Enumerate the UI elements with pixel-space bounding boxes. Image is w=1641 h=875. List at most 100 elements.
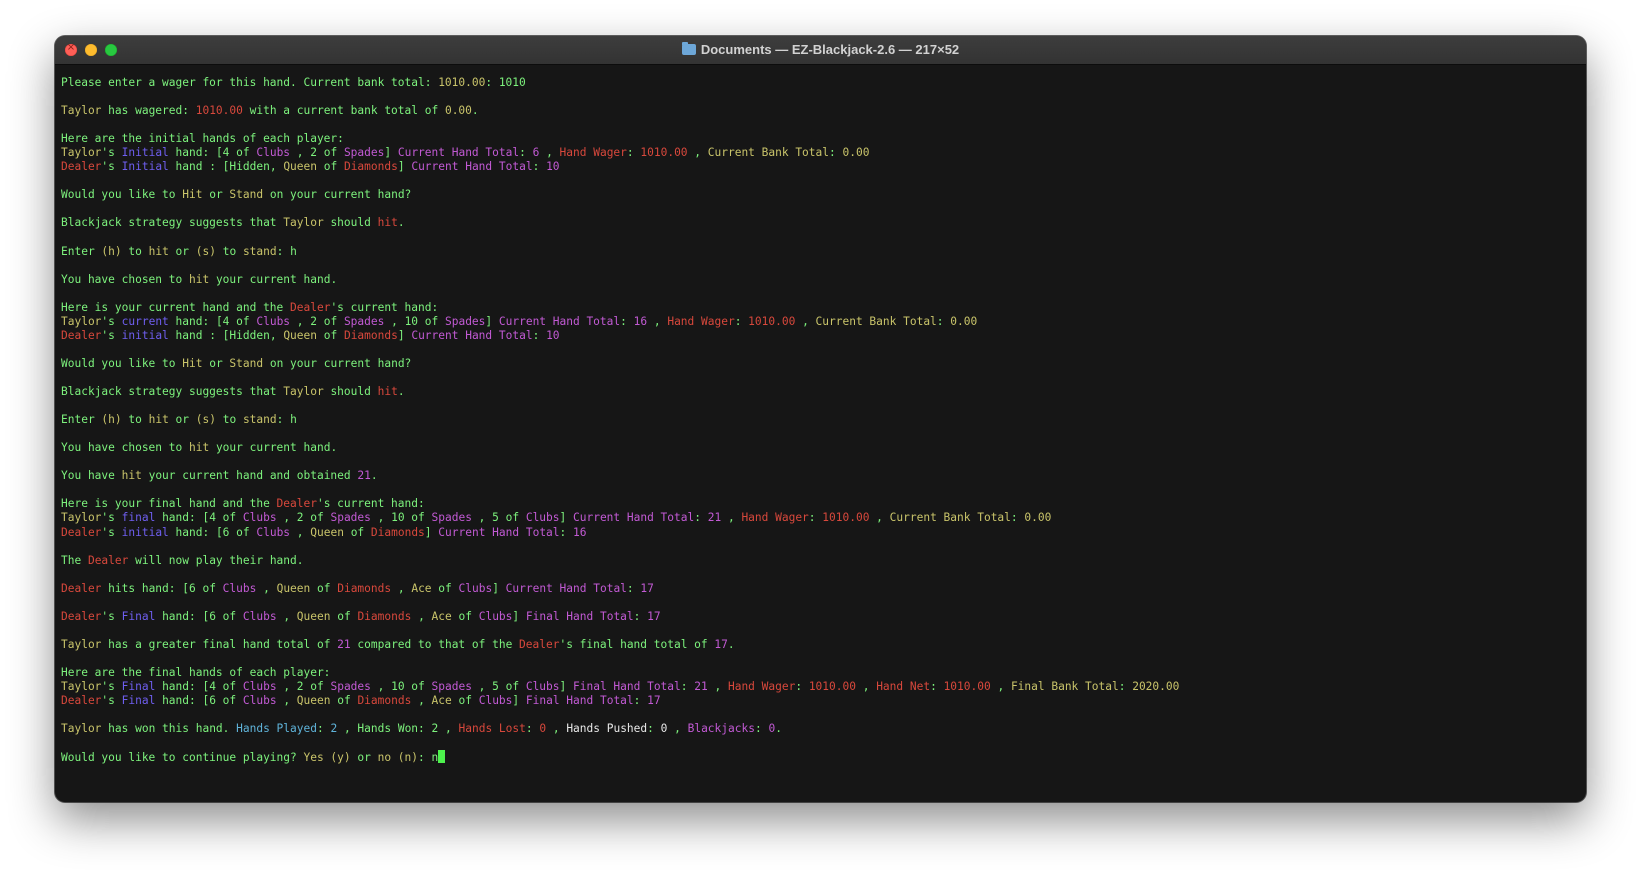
terminal-text-segment: . xyxy=(775,722,782,736)
terminal-text-segment: 's final hand total of xyxy=(559,637,715,651)
terminal-text-segment: ] xyxy=(397,160,412,174)
terminal-text-segment: 's xyxy=(101,328,122,342)
terminal-text-segment: Queen xyxy=(283,328,317,342)
terminal-text-segment: 's current hand: xyxy=(330,300,439,314)
terminal-text-segment: Enter xyxy=(61,413,102,427)
terminal-text-segment: 0.00 xyxy=(1024,511,1052,525)
terminal-line: Would you like to continue playing? Yes … xyxy=(61,750,1580,764)
terminal-text-segment: final xyxy=(121,511,156,525)
terminal-text-segment: Current Hand Total xyxy=(505,581,627,595)
terminal-text-segment: Stand xyxy=(229,356,264,370)
terminal-text-segment: Current Hand Total xyxy=(411,160,533,174)
terminal-text-segment: The xyxy=(61,553,88,567)
terminal-line: Would you like to Hit or Stand on your c… xyxy=(61,188,1580,202)
terminal-text-segment: 21 xyxy=(707,511,722,525)
terminal-text-segment: 2020.00 xyxy=(1132,680,1180,694)
terminal-text-segment: , xyxy=(869,511,890,525)
terminal-text-segment: 's xyxy=(101,680,122,694)
terminal-text-segment: on your current hand? xyxy=(263,356,412,370)
terminal-text-segment: Final Bank Total xyxy=(1010,680,1119,694)
terminal-text-segment: ] xyxy=(424,525,439,539)
terminal-text-segment: , xyxy=(647,314,668,328)
terminal-text-segment: (s) xyxy=(195,244,216,258)
terminal-text-segment: . xyxy=(471,104,479,118)
terminal-text-segment: . xyxy=(727,637,735,651)
terminal-text-segment: , xyxy=(411,609,432,623)
terminal-text-segment: : xyxy=(694,511,708,525)
terminal-text-segment: no (n) xyxy=(377,751,419,765)
terminal-text-segment: of xyxy=(451,694,479,708)
terminal-text-segment: 's xyxy=(101,160,122,174)
terminal-text-segment: , xyxy=(438,722,459,736)
terminal-text-segment: , 5 of xyxy=(471,680,526,694)
terminal-text-segment: 1010.00 xyxy=(808,680,856,694)
terminal-text-segment: hand: [4 of xyxy=(168,314,257,328)
terminal-text-segment: Clubs xyxy=(478,694,513,708)
terminal-text-segment: , xyxy=(276,609,297,623)
terminal-text-segment: Final xyxy=(121,694,156,708)
terminal-text-segment: Diamonds xyxy=(370,525,425,539)
terminal-text-segment: hit xyxy=(148,413,169,427)
terminal-text-segment: : h xyxy=(276,413,297,427)
terminal-line: Taylor's current hand: [4 of Clubs , 2 o… xyxy=(61,315,1580,329)
terminal-text-segment: : xyxy=(754,722,769,736)
terminal-text-segment: Here are the initial hands of each playe… xyxy=(61,132,344,146)
terminal-text-segment: or xyxy=(168,413,196,427)
terminal-text-segment: You have xyxy=(61,469,122,483)
terminal-text-segment: Clubs xyxy=(256,146,291,160)
terminal-text-segment: ] xyxy=(492,581,506,595)
terminal-text-segment: should xyxy=(323,385,378,399)
terminal-text-segment: on your current hand? xyxy=(263,188,412,202)
terminal-text-segment: Taylor xyxy=(61,680,102,694)
terminal-output[interactable]: Please enter a wager for this hand. Curr… xyxy=(61,76,1580,764)
terminal-text-segment: hand: [4 of xyxy=(155,511,243,525)
terminal-text-segment: Dealer xyxy=(276,497,317,511)
terminal-line: Taylor's Initial hand: [4 of Clubs , 2 o… xyxy=(61,146,1580,160)
terminal-text-segment: 1010.00 xyxy=(748,314,796,328)
terminal-text-segment: Spades xyxy=(444,314,486,328)
terminal-text-segment: Taylor xyxy=(283,385,324,399)
terminal-text-segment: , xyxy=(539,146,560,160)
terminal-text-segment: hit xyxy=(377,385,398,399)
terminal-line: Dealer's Initial hand : [Hidden, Queen o… xyxy=(61,160,1580,174)
terminal-text-segment: Yes (y) xyxy=(303,751,351,765)
terminal-text-segment: 17 xyxy=(640,581,654,595)
terminal-window: × Documents — EZ-Blackjack-2.6 — 217×52 … xyxy=(55,36,1586,802)
terminal-text-segment: Queen xyxy=(283,160,317,174)
terminal-text-segment: Stand xyxy=(229,188,264,202)
terminal-text-segment: Current Bank Total xyxy=(815,314,937,328)
terminal-text-segment: Clubs xyxy=(242,694,277,708)
terminal-text-segment: Dealer xyxy=(61,694,102,708)
terminal-text-segment: Taylor xyxy=(61,146,102,160)
terminal-text-segment: : xyxy=(633,694,648,708)
terminal-text-segment: 's xyxy=(101,609,122,623)
title-bar[interactable]: × Documents — EZ-Blackjack-2.6 — 217×52 xyxy=(55,36,1586,65)
terminal-text-segment: 17 xyxy=(647,609,661,623)
terminal-text-segment: Hit xyxy=(182,188,203,202)
terminal-text-segment: Taylor xyxy=(61,104,102,118)
terminal-text-segment: Clubs xyxy=(242,680,277,694)
terminal-text-segment: , xyxy=(411,694,432,708)
terminal-text-segment: Blackjack strategy suggests that xyxy=(61,385,284,399)
terminal-text-segment: initial xyxy=(121,525,169,539)
terminal-text-segment: Clubs xyxy=(242,609,277,623)
terminal-line: You have hit your current hand and obtai… xyxy=(61,469,1580,483)
terminal-text-segment: Please enter a wager for this hand. Curr… xyxy=(61,76,439,89)
terminal-text-segment: hit xyxy=(148,244,169,258)
terminal-line: The Dealer will now play their hand. xyxy=(61,554,1580,568)
terminal-text-segment: Dealer xyxy=(61,525,102,539)
terminal-text-segment: to xyxy=(121,244,149,258)
terminal-line: Taylor has wagered: 1010.00 with a curre… xyxy=(61,104,1580,118)
terminal-text-segment: : xyxy=(525,722,540,736)
terminal-text-segment: Spades xyxy=(431,511,472,525)
terminal-line: Enter (h) to hit or (s) to stand: h xyxy=(61,413,1580,427)
